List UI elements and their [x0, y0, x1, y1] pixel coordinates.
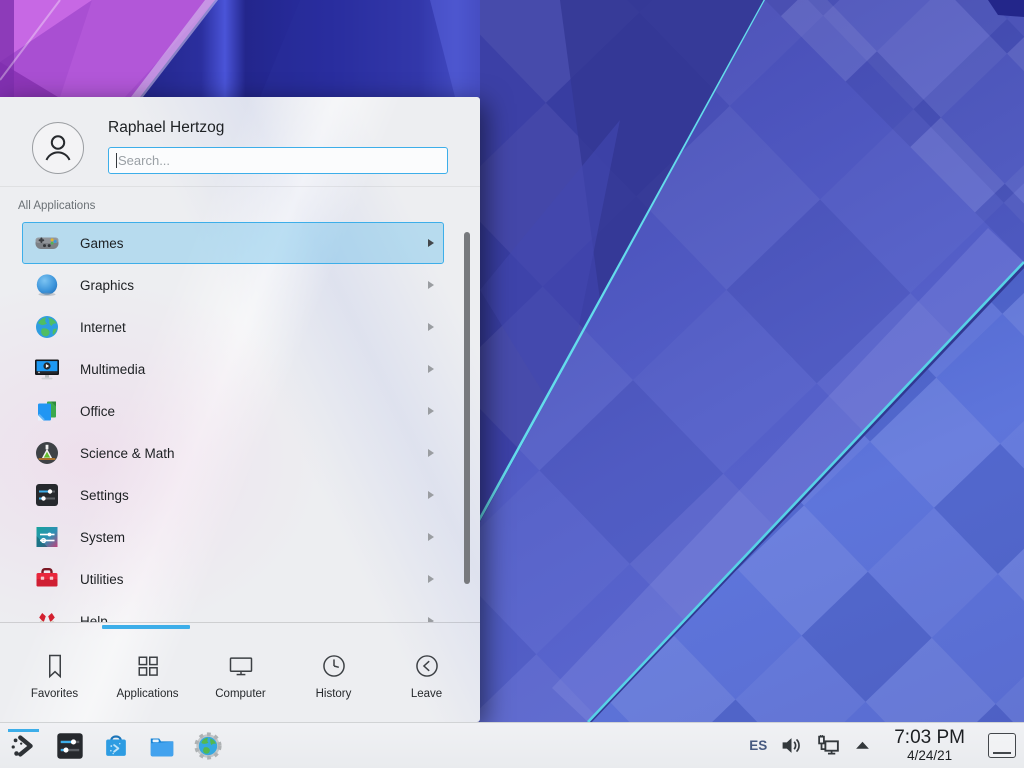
search-box[interactable]	[108, 147, 448, 174]
keyboard-layout-indicator[interactable]: ES	[749, 738, 767, 753]
tab-label: Applications	[116, 688, 178, 700]
documents-icon	[34, 398, 60, 424]
menu-item-multimedia[interactable]: Multimedia	[22, 348, 444, 390]
submenu-arrow-icon	[428, 365, 434, 373]
submenu-arrow-icon	[428, 281, 434, 289]
clock-date: 4/24/21	[894, 749, 965, 763]
menu-item-internet[interactable]: Internet	[22, 306, 444, 348]
tab-leave[interactable]: Leave	[380, 631, 473, 719]
globe-gear-icon	[193, 731, 223, 761]
file-manager-button[interactable]	[146, 727, 177, 765]
application-launcher-button[interactable]	[8, 727, 39, 765]
text-cursor	[116, 153, 117, 168]
menu-item-utilities[interactable]: Utilities	[22, 558, 444, 600]
show-desktop-widget[interactable]	[988, 733, 1016, 758]
menu-item-science-math[interactable]: Science & Math	[22, 432, 444, 474]
menu-item-graphics[interactable]: Graphics	[22, 264, 444, 306]
application-category-list: Games Graphics	[0, 222, 480, 622]
expand-caret-icon[interactable]	[854, 737, 871, 754]
tab-label: Leave	[411, 688, 442, 700]
menu-item-label: Help	[80, 614, 428, 623]
menu-item-label: Graphics	[80, 278, 428, 293]
tab-label: Favorites	[31, 688, 78, 700]
submenu-arrow-icon	[428, 491, 434, 499]
globe-icon	[34, 314, 60, 340]
submenu-arrow-icon	[428, 575, 434, 583]
toolbox-icon	[34, 566, 60, 592]
user-name: Raphael Hertzog	[108, 119, 224, 137]
menu-item-label: Games	[80, 236, 428, 251]
taskbar: ES 7:03 PM 4/24/21	[0, 722, 1024, 768]
header-separator	[0, 186, 480, 187]
media-monitor-icon	[34, 356, 60, 382]
menu-item-help[interactable]: Help	[22, 600, 444, 622]
system-sliders-icon	[34, 524, 60, 550]
clock-time: 7:03 PM	[894, 728, 965, 747]
monitor-icon	[227, 651, 255, 681]
application-launcher-menu: Raphael Hertzog All Applications	[0, 97, 480, 722]
list-scrollbar[interactable]	[464, 232, 470, 584]
tab-computer[interactable]: Computer	[194, 631, 287, 719]
menu-item-label: Multimedia	[80, 362, 428, 377]
tab-label: Computer	[215, 688, 266, 700]
tab-label: History	[316, 688, 352, 700]
menu-item-office[interactable]: Office	[22, 390, 444, 432]
launcher-tab-bar: Favorites Applications Computer	[8, 631, 473, 719]
menu-item-label: Office	[80, 404, 428, 419]
clock-icon	[320, 651, 348, 681]
menu-item-system[interactable]: System	[22, 516, 444, 558]
menu-item-label: Settings	[80, 488, 428, 503]
system-tray: ES 7:03 PM 4/24/21	[749, 728, 1016, 763]
submenu-arrow-icon	[428, 407, 434, 415]
tab-applications[interactable]: Applications	[101, 631, 194, 719]
system-settings-button[interactable]	[54, 727, 85, 765]
active-tab-indicator	[102, 625, 190, 629]
discover-button[interactable]	[100, 727, 131, 765]
gamepad-icon	[34, 230, 60, 256]
help-icon	[34, 608, 60, 622]
settings-sliders-icon	[55, 731, 85, 761]
tabbar-separator	[0, 622, 480, 623]
digital-clock[interactable]: 7:03 PM 4/24/21	[894, 728, 965, 763]
shopping-bag-icon	[101, 731, 131, 761]
sliders-icon	[34, 482, 60, 508]
submenu-arrow-icon	[428, 533, 434, 541]
desktop: Raphael Hertzog All Applications	[0, 0, 1024, 768]
user-icon	[38, 128, 78, 168]
menu-item-label: Internet	[80, 320, 428, 335]
menu-item-label: System	[80, 530, 428, 545]
submenu-arrow-icon	[428, 239, 434, 247]
menu-item-label: Science & Math	[80, 446, 428, 461]
submenu-arrow-icon	[428, 323, 434, 331]
submenu-arrow-icon	[428, 449, 434, 457]
folder-icon	[147, 731, 177, 761]
web-browser-button[interactable]	[192, 727, 223, 765]
grid-icon	[134, 651, 162, 681]
leave-icon	[413, 651, 441, 681]
tab-history[interactable]: History	[287, 631, 380, 719]
menu-item-settings[interactable]: Settings	[22, 474, 444, 516]
sphere-icon	[34, 272, 60, 298]
wired-network-icon[interactable]	[816, 733, 841, 758]
menu-item-label: Utilities	[80, 572, 428, 587]
volume-icon[interactable]	[780, 734, 803, 757]
user-avatar[interactable]	[32, 122, 84, 174]
kde-launcher-icon	[9, 731, 39, 761]
menu-item-games[interactable]: Games	[22, 222, 444, 264]
search-input[interactable]	[118, 153, 440, 168]
bookmark-icon	[41, 651, 69, 681]
tab-favorites[interactable]: Favorites	[8, 631, 101, 719]
flask-icon	[34, 440, 60, 466]
section-label: All Applications	[18, 200, 95, 212]
